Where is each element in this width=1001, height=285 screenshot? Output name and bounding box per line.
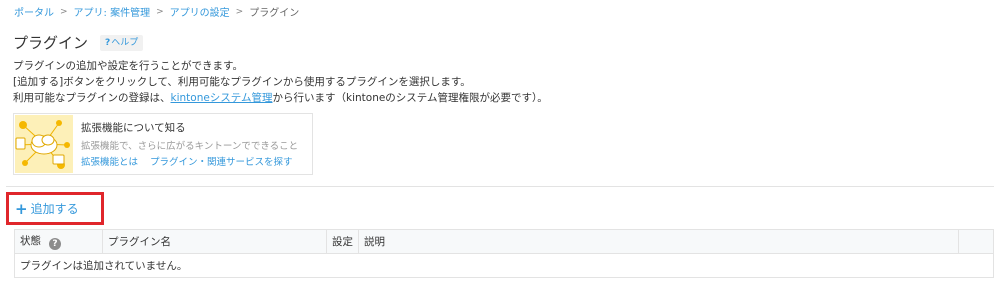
- section-divider: [6, 186, 994, 187]
- empty-message: プラグインは追加されていません。: [14, 253, 994, 278]
- table-row: プラグインは追加されていません。: [14, 253, 994, 278]
- extension-illustration: [15, 115, 73, 173]
- description-line-3-suffix: から行います（kintoneのシステム管理権限が必要です）。: [272, 92, 548, 104]
- help-label: ヘルプ: [111, 38, 139, 48]
- description-line-3-prefix: 利用可能なプラグインの登録は、: [13, 92, 171, 104]
- breadcrumb-current: プラグイン: [249, 8, 300, 19]
- plugin-table: 状態? プラグイン名 設定 説明 プラグインは追加されていません。: [14, 229, 994, 278]
- page-title: プラグイン: [13, 34, 89, 52]
- add-plugin-button[interactable]: + 追加する: [15, 200, 79, 218]
- help-icon: ?: [105, 38, 111, 48]
- description-line-2: [追加する]ボタンをクリックして、利用可能なプラグインから使用するプラグインを選…: [13, 76, 471, 88]
- table-header-row: 状態? プラグイン名 設定 説明: [14, 229, 994, 254]
- column-header-description: 説明: [358, 229, 959, 254]
- column-header-actions: [958, 229, 994, 254]
- description-line-1: プラグインの追加や設定を行うことができます。: [13, 60, 243, 72]
- status-help-icon[interactable]: ?: [49, 238, 61, 250]
- plus-icon: +: [15, 200, 28, 218]
- find-plugins-link[interactable]: プラグイン・関連サービスを探す: [150, 157, 293, 168]
- promo-links: 拡張機能とは プラグイン・関連サービスを探す: [81, 154, 305, 168]
- promo-subtitle: 拡張機能で、さらに広がるキントーンでできること: [81, 141, 299, 152]
- help-link[interactable]: ?ヘルプ: [100, 35, 144, 51]
- system-admin-link[interactable]: kintoneシステム管理: [171, 92, 273, 104]
- description-line-3: 利用可能なプラグインの登録は、kintoneシステム管理から行います（kinto…: [13, 90, 548, 106]
- breadcrumb-portal[interactable]: ポータル: [14, 8, 54, 19]
- add-plugin-label: 追加する: [30, 202, 79, 216]
- breadcrumb-separator: >: [60, 6, 68, 17]
- column-header-status: 状態?: [14, 229, 103, 254]
- breadcrumb-app-settings[interactable]: アプリの設定: [170, 8, 230, 19]
- about-extensions-link[interactable]: 拡張機能とは: [81, 157, 138, 168]
- extension-promo-card: 拡張機能について知る 拡張機能で、さらに広がるキントーンでできること 拡張機能と…: [13, 113, 313, 175]
- promo-title: 拡張機能について知る: [81, 122, 186, 134]
- breadcrumb-app[interactable]: アプリ: 案件管理: [74, 8, 151, 19]
- page-description: プラグインの追加や設定を行うことができます。 [追加する]ボタンをクリックして、…: [13, 58, 548, 106]
- breadcrumb: ポータル > アプリ: 案件管理 > アプリの設定 > プラグイン: [14, 4, 300, 20]
- breadcrumb-separator: >: [156, 6, 164, 17]
- column-status-label: 状態: [20, 235, 41, 247]
- column-header-plugin-name: プラグイン名: [102, 229, 327, 254]
- breadcrumb-separator: >: [235, 6, 244, 17]
- column-header-settings: 設定: [326, 229, 359, 254]
